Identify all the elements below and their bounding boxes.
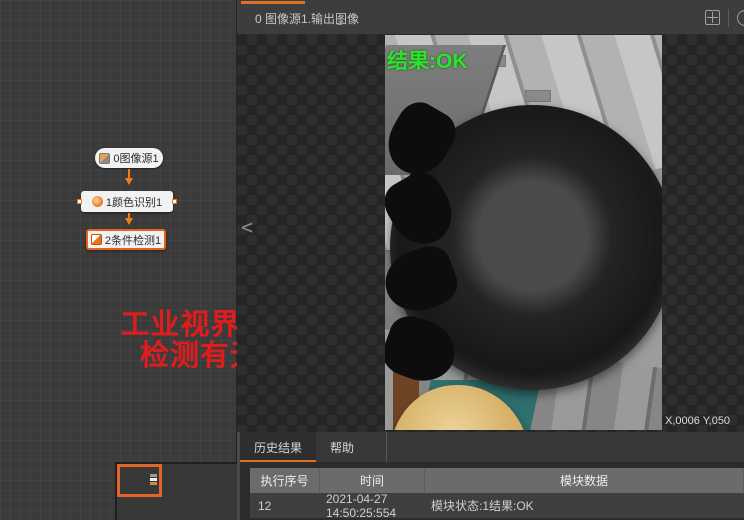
image-display-area[interactable]: < <box>237 35 744 432</box>
image-view-header: 0 图像源1.输出图像 <box>237 0 744 35</box>
photo-cv-joint-ring <box>390 105 662 390</box>
node-output-port[interactable] <box>172 199 177 204</box>
history-tabbar: 历史结果 帮助 <box>240 432 744 462</box>
color-recognition-icon <box>92 196 103 207</box>
col-exec-index: 执行序号 <box>250 468 320 493</box>
flowchart-minimap[interactable] <box>115 462 237 520</box>
flow-node-label: 0图像源1 <box>113 150 158 166</box>
tab-history-results[interactable]: 历史结果 <box>240 432 316 462</box>
flow-node-color-recognition[interactable]: 1颜色识别1 <box>81 191 173 212</box>
resize-corner-icon <box>337 20 342 25</box>
header-circle-button[interactable] <box>737 10 744 26</box>
header-separator <box>728 9 729 27</box>
collapse-panel-icon[interactable]: < <box>241 217 253 237</box>
flow-node-image-source[interactable]: 0图像源1 <box>95 148 163 168</box>
flowchart-canvas[interactable]: 0图像源1 1颜色识别1 2条件检测1 <box>0 0 237 520</box>
layout-grid-icon[interactable] <box>705 10 720 25</box>
cell-time: 2021-04-27 14:50:25:554 <box>320 493 425 518</box>
tabbar-separator <box>386 432 387 462</box>
image-view-panel: 0 图像源1.输出图像 < <box>237 0 744 520</box>
tab-help[interactable]: 帮助 <box>316 432 368 462</box>
cell-module-data: 模块状态:1结果:OK <box>425 493 744 518</box>
minimap-viewport[interactable] <box>117 464 162 497</box>
col-time: 时间 <box>320 468 425 493</box>
result-status-text: 结果:OK <box>387 45 468 75</box>
node-input-port[interactable] <box>77 199 82 204</box>
active-view-accent <box>241 1 305 4</box>
flow-node-label: 1颜色识别1 <box>106 194 162 210</box>
cell-exec-index: 12 <box>250 493 320 518</box>
cursor-coordinates: X,0006 Y,050 <box>665 415 744 427</box>
minimap-nodes <box>150 474 157 485</box>
flow-node-condition-check[interactable]: 2条件检测1 <box>86 229 166 250</box>
condition-check-icon <box>91 234 102 245</box>
col-module-data: 模块数据 <box>425 468 744 493</box>
image-source-icon <box>99 153 110 164</box>
camera-image <box>385 35 662 430</box>
flow-connector-arrow <box>128 169 130 183</box>
history-panel: 历史结果 帮助 执行序号 时间 模块数据 12 2021-04-27 14:50… <box>237 432 744 520</box>
results-table-header: 执行序号 时间 模块数据 <box>250 468 744 493</box>
image-view-title: 0 图像源1.输出图像 <box>255 10 359 27</box>
flow-node-label: 2条件检测1 <box>105 232 161 248</box>
results-table-row[interactable]: 12 2021-04-27 14:50:25:554 模块状态:1结果:OK <box>250 493 744 518</box>
flow-connector-arrow <box>128 213 130 223</box>
vision-app-window: 0图像源1 1颜色识别1 2条件检测1 工业视界 实测图 <box>0 0 744 520</box>
